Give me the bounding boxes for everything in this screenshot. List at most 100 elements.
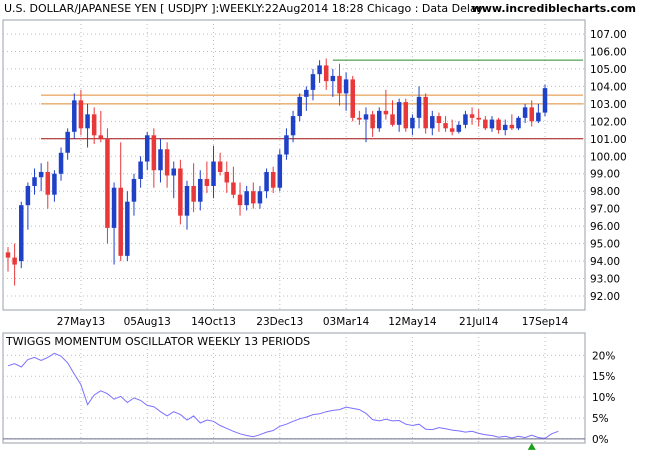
candle-body <box>198 178 203 202</box>
candle-body <box>264 171 269 192</box>
candle-body <box>5 252 11 258</box>
candle-body <box>284 135 289 155</box>
x-tick-label: 23Dec13 <box>256 316 303 328</box>
y-tick-label: 94.00 <box>590 256 620 268</box>
price-panel-frame <box>2 19 586 311</box>
candle-body <box>85 114 90 129</box>
candle-body <box>72 100 77 132</box>
candle-body <box>111 187 117 228</box>
candle-body <box>244 191 249 206</box>
candle-body <box>436 116 442 124</box>
candle-body <box>357 117 362 120</box>
candle-body <box>297 96 302 117</box>
candle-body <box>430 116 435 129</box>
candle-body <box>542 88 548 113</box>
osc-y-tick-label: 15% <box>592 371 615 383</box>
candle-body <box>125 201 130 256</box>
y-tick-label: 99.00 <box>590 169 620 181</box>
y-tick-label: 102.00 <box>590 116 627 128</box>
candle-body <box>184 185 190 216</box>
candle-body <box>410 117 415 129</box>
candle-body <box>178 168 183 216</box>
candle-body <box>522 107 528 118</box>
candle-body <box>277 154 283 188</box>
candle-body <box>310 74 316 90</box>
candle-body <box>390 114 395 125</box>
candle-body <box>144 135 150 162</box>
candle-body <box>45 171 51 195</box>
candle-body <box>476 117 481 120</box>
candle-body <box>65 131 70 153</box>
candle-body <box>224 171 230 183</box>
candle-body <box>323 65 329 82</box>
y-tick-label: 103.00 <box>590 99 627 111</box>
candle-body <box>138 161 143 179</box>
candle-body <box>350 79 355 118</box>
chart-root: U.S. DOLLAR/JAPANESE YEN [ USDJPY ]:WEEK… <box>0 0 650 450</box>
osc-y-tick-label: 0% <box>592 434 609 446</box>
candle-body <box>52 173 57 195</box>
candle-body <box>370 114 375 129</box>
x-tick-label: 03Mar14 <box>323 316 370 328</box>
candle-body <box>164 149 170 176</box>
candle-body <box>469 114 475 118</box>
candle-body <box>330 75 336 82</box>
y-tick-label: 101.00 <box>590 134 627 146</box>
candle-body <box>317 65 322 75</box>
y-tick-label: 92.00 <box>590 291 620 303</box>
candle-body <box>304 89 309 97</box>
candle-body <box>489 119 495 129</box>
y-tick-label: 96.00 <box>590 221 620 233</box>
osc-y-tick-label: 20% <box>592 350 615 362</box>
candle-body <box>290 116 296 136</box>
x-tick-label: 12May14 <box>388 316 437 328</box>
chart-svg: 92.00 93.00 94.00 95.00 96.00 97.00 98.00 99.00… <box>2 19 627 450</box>
candle-body <box>463 114 468 125</box>
candle-body <box>483 119 488 129</box>
candle-body <box>151 135 157 171</box>
candle-body <box>98 135 104 139</box>
candle-body <box>131 178 137 202</box>
candle-body <box>443 123 448 129</box>
candle-body <box>496 119 501 131</box>
candle-body <box>383 110 389 115</box>
candle-body <box>529 107 534 122</box>
candle-body <box>191 185 196 202</box>
candle-body <box>217 161 223 172</box>
candle-body <box>377 110 382 129</box>
candle-body <box>237 194 243 206</box>
candle-body <box>38 171 44 178</box>
candle-body <box>416 96 422 118</box>
x-tick-label: 27May13 <box>57 316 105 328</box>
candle-body <box>118 187 123 256</box>
y-tick-label: 100.00 <box>590 151 627 163</box>
candle-body <box>19 205 24 262</box>
y-tick-label: 93.00 <box>590 274 620 286</box>
candle-body <box>211 161 216 186</box>
candle-body <box>423 96 428 129</box>
candle-body <box>32 177 37 186</box>
candle-body <box>78 100 84 129</box>
candle-body <box>204 178 210 186</box>
candle-body <box>158 149 163 171</box>
candle-body <box>502 124 508 131</box>
signal-triangle <box>527 442 536 450</box>
x-tick-label: 21Jul14 <box>459 316 499 328</box>
candle-body <box>509 124 515 129</box>
y-tick-label: 104.00 <box>590 81 627 93</box>
candle-body <box>343 79 349 94</box>
candle-body <box>337 75 342 94</box>
x-tick-label: 17Sep14 <box>522 316 569 328</box>
candle-body <box>257 191 263 204</box>
x-tick-label: 14Oct13 <box>191 316 236 328</box>
candle-body <box>516 117 521 129</box>
candle-body <box>58 152 64 174</box>
candle-body <box>396 102 402 125</box>
candle-body <box>403 102 409 129</box>
candle-body <box>449 128 455 132</box>
osc-y-tick-label: 10% <box>592 392 615 404</box>
candle-body <box>536 112 541 122</box>
candle-body <box>270 171 276 188</box>
oscillator-panel-frame <box>2 332 586 444</box>
candle-body <box>171 168 176 176</box>
